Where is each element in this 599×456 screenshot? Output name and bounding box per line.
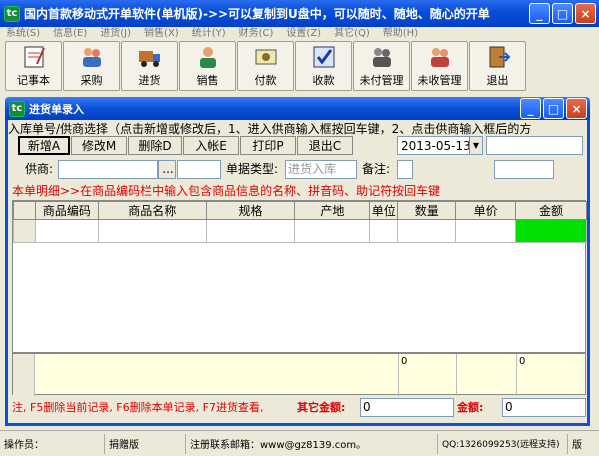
- cell[interactable]: [369, 219, 399, 243]
- window-minimize-button[interactable]: _: [520, 98, 541, 119]
- window-maximize-button[interactable]: □: [543, 98, 564, 119]
- app-title: 国内首款移动式开单软件(单机版)->>可以复制到U盘中，可以随时、随地、随心的开…: [24, 7, 490, 21]
- notepad-icon: [24, 46, 45, 68]
- print-button[interactable]: 打印P: [240, 136, 296, 155]
- other-amount-label: 其它金额:: [297, 401, 346, 414]
- doc-number-field[interactable]: [486, 136, 583, 155]
- person-icon: [199, 47, 216, 68]
- status-version: 版: [572, 440, 582, 451]
- exit-button[interactable]: 退出: [469, 41, 526, 91]
- instruction-text: 入库单号/供商选择（点击新增或修改后，1、进入供商输入框按回车键，2、点击供商输…: [8, 122, 532, 136]
- quit-button[interactable]: 退出C: [297, 136, 353, 155]
- menu-system[interactable]: 系统(S): [6, 27, 40, 41]
- menu-info[interactable]: 信息(E): [53, 27, 87, 41]
- row-selector[interactable]: [13, 219, 36, 243]
- other-amount-input[interactable]: 0: [360, 398, 454, 417]
- row-header-corner: [13, 201, 36, 220]
- cell[interactable]: [294, 219, 371, 243]
- cell[interactable]: [205, 219, 296, 243]
- people-icon: [430, 48, 449, 67]
- supplier-browse-button[interactable]: ...: [158, 160, 176, 179]
- truck-icon: [138, 51, 160, 67]
- col-header: 规格: [205, 201, 296, 220]
- menu-help[interactable]: 帮助(H): [383, 27, 418, 41]
- new-button[interactable]: 新增A: [18, 136, 70, 155]
- cell[interactable]: [397, 219, 457, 243]
- menu-sales[interactable]: 销售(X): [144, 27, 179, 41]
- main-toolbar: 记事本 采购 进货 销售 付款 收款 未付管理 未收管理 退出: [0, 41, 599, 92]
- window-icon: tc: [9, 100, 25, 117]
- menu-other[interactable]: 其它(Q): [334, 27, 370, 41]
- payment-button[interactable]: 付款: [237, 41, 294, 91]
- col-header: 单位: [369, 201, 399, 220]
- cell[interactable]: [97, 219, 207, 243]
- note-input[interactable]: [397, 160, 413, 179]
- supplier-input[interactable]: [58, 160, 158, 179]
- uncollected-management-button[interactable]: 未收管理: [411, 41, 468, 91]
- exit-door-icon: [489, 46, 510, 68]
- supplier-code-field[interactable]: [177, 160, 221, 179]
- col-header: 数量: [397, 201, 457, 220]
- window-titlebar: tc 进货单录入 _ □ ×: [5, 97, 590, 120]
- amount-cell-active[interactable]: [515, 219, 587, 243]
- window-title: 进货单录入: [29, 102, 84, 116]
- col-header: 产地: [294, 201, 371, 220]
- status-qq: QQ:1326099253(远程支持): [438, 433, 568, 454]
- amount-label: 金额:: [457, 401, 484, 414]
- checkmark-icon: [313, 46, 334, 68]
- footer-bar: 注, F5删除当前记录, F6删除本单记录, F7进货查看, 其它金额: 0 金…: [12, 398, 586, 418]
- col-header: 商品名称: [97, 201, 207, 220]
- cell[interactable]: [455, 219, 517, 243]
- edit-button[interactable]: 修改M: [71, 136, 127, 155]
- supplier-label: 供商:: [25, 162, 54, 176]
- sum-amount: 0: [519, 356, 526, 367]
- collection-button[interactable]: 收款: [295, 41, 352, 91]
- amount-input[interactable]: 0: [502, 398, 586, 417]
- stock-in-button[interactable]: 进货: [121, 41, 178, 91]
- minimize-button[interactable]: _: [529, 3, 550, 24]
- doc-type-value: 进货入库: [288, 162, 337, 176]
- action-bar: 新增A 修改M 删除D 入帐E 打印P 退出C: [18, 136, 353, 155]
- status-bar: 操作员： 捐赠版 注册联系邮箱：www@gz8139.com。 QQ:13260…: [0, 430, 599, 456]
- window-close-button[interactable]: ×: [566, 98, 587, 119]
- status-operator: 操作员：: [0, 433, 105, 454]
- people-icon: [372, 48, 391, 67]
- sum-quantity: 0: [399, 354, 457, 396]
- doc-type-select[interactable]: 进货入库: [285, 160, 357, 179]
- maximize-button[interactable]: □: [552, 3, 573, 24]
- menu-stats[interactable]: 统计(Y): [192, 27, 226, 41]
- procurement-button[interactable]: 采购: [63, 41, 120, 91]
- close-button[interactable]: ×: [575, 3, 596, 24]
- delete-button[interactable]: 删除D: [128, 136, 182, 155]
- note-label: 备注:: [362, 162, 391, 176]
- detail-hint: 本单明细>>在商品编码栏中输入包含商品信息的名称、拼音码、助记符按回车键: [12, 184, 441, 198]
- money-icon: [255, 49, 276, 65]
- status-email: 注册联系邮箱：www@gz8139.com。: [186, 433, 438, 454]
- menu-finance[interactable]: 财务(C): [239, 27, 274, 41]
- shortcut-note: 注, F5删除当前记录, F6删除本单记录, F7进货查看,: [12, 401, 264, 414]
- post-button[interactable]: 入帐E: [183, 136, 239, 155]
- doc-type-label: 单据类型:: [226, 162, 279, 176]
- date-value: 2013-05-13: [401, 138, 471, 153]
- col-header: 单价: [455, 201, 517, 220]
- sales-button[interactable]: 销售: [179, 41, 236, 91]
- menubar: 系统(S) 信息(E) 进货(J) 销售(X) 统计(Y) 财务(C) 设置(Z…: [0, 27, 599, 41]
- col-header: 商品编码: [34, 201, 99, 220]
- summary-row: 0 0: [12, 353, 586, 396]
- app-icon: tc: [4, 5, 20, 22]
- unpaid-management-button[interactable]: 未付管理: [353, 41, 410, 91]
- cell[interactable]: [34, 219, 99, 243]
- menu-purchase[interactable]: 进货(J): [100, 27, 131, 41]
- menu-settings[interactable]: 设置(Z): [286, 27, 321, 41]
- detail-grid[interactable]: 商品编码 商品名称 规格 产地 单位 数量 单价 金额: [12, 200, 587, 353]
- table-row[interactable]: [13, 219, 587, 243]
- col-header: 金额: [515, 201, 587, 220]
- app-titlebar: tc 国内首款移动式开单软件(单机版)->>可以复制到U盘中，可以随时、随地、随…: [0, 0, 599, 27]
- date-picker[interactable]: 2013-05-13 ▼: [397, 136, 483, 155]
- chevron-down-icon[interactable]: ▼: [469, 137, 482, 154]
- notepad-button[interactable]: 记事本: [5, 41, 62, 91]
- extra-field[interactable]: [494, 160, 554, 179]
- status-edition: 捐赠版: [105, 433, 186, 454]
- people-icon: [82, 48, 101, 67]
